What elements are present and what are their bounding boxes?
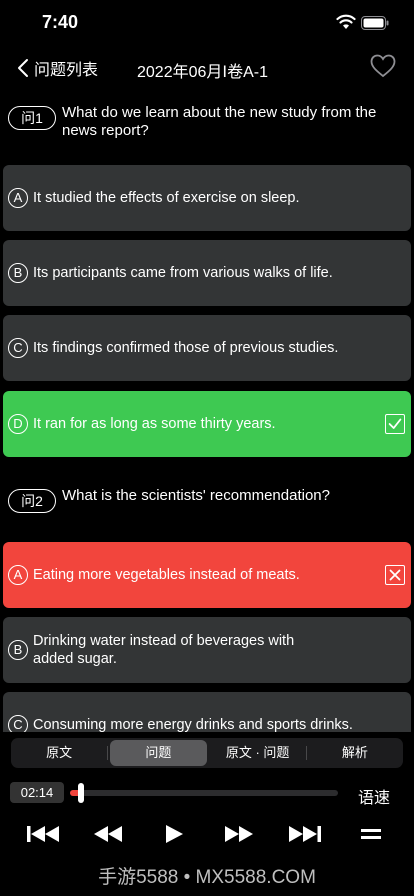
status-bar: 7:40 <box>0 0 414 48</box>
question-text: What do we learn about the new study fro… <box>62 104 377 139</box>
option-text: Its participants came from various walks… <box>33 265 333 281</box>
option-1b[interactable]: B Its participants came from various wal… <box>3 240 411 306</box>
speed-button[interactable]: 语速 <box>358 784 390 808</box>
chevron-left-icon <box>18 59 28 77</box>
player-panel: 原文 问题 原文 · 问题 解析 02:14 语速 手游5588 • MX558… <box>0 732 414 896</box>
rewind-button[interactable] <box>93 820 123 848</box>
option-letter: A <box>8 565 28 585</box>
current-time: 02:14 <box>10 782 64 803</box>
question-badge: 问1 <box>8 106 56 130</box>
option-1d[interactable]: D It ran for as long as some thirty year… <box>3 391 411 457</box>
status-time: 7:40 <box>42 12 79 32</box>
question-2: 问2 What is the scientists' recommendatio… <box>8 487 408 513</box>
option-1a[interactable]: A It studied the effects of exercise on … <box>3 165 411 231</box>
option-text: Drinking water instead of beverages with… <box>33 633 295 667</box>
view-tabs: 原文 问题 原文 · 问题 解析 <box>11 738 403 768</box>
play-icon <box>166 825 183 843</box>
question-text: What is the scientists' recommendation? <box>62 487 330 504</box>
heart-icon[interactable] <box>370 54 396 78</box>
skip-end-icon <box>289 826 321 842</box>
back-label: 问题列表 <box>34 62 99 79</box>
tab-divider <box>107 746 109 760</box>
menu-icon <box>361 829 381 839</box>
option-letter: B <box>8 263 28 283</box>
option-letter: B <box>8 640 28 660</box>
option-letter: D <box>8 414 28 434</box>
watermark-text: 手游5588 • MX5588.COM <box>98 867 316 888</box>
progress-handle[interactable] <box>78 783 84 803</box>
option-text: Its findings confirmed those of previous… <box>33 340 339 356</box>
option-2a[interactable]: A Eating more vegetables instead of meat… <box>3 542 411 608</box>
question-badge: 问2 <box>8 489 56 513</box>
skip-start-icon <box>27 826 59 842</box>
playback-controls <box>0 820 414 848</box>
tab-original[interactable]: 原文 <box>11 738 107 768</box>
option-1c[interactable]: C Its findings confirmed those of previo… <box>3 315 411 381</box>
checkmark-icon <box>385 414 405 434</box>
skip-to-end-button[interactable] <box>288 820 322 848</box>
skip-to-start-button[interactable] <box>26 820 60 848</box>
page-title: 2022年06月Ⅰ卷A-1 <box>137 64 269 81</box>
cross-icon <box>385 565 405 585</box>
fast-forward-icon <box>225 826 253 842</box>
wifi-icon <box>336 14 356 29</box>
menu-button[interactable] <box>361 820 381 848</box>
option-text: Eating more vegetables instead of meats. <box>33 567 300 583</box>
option-letter: A <box>8 188 28 208</box>
tab-analysis[interactable]: 解析 <box>307 738 403 768</box>
option-2b[interactable]: B Drinking water instead of beverages wi… <box>3 617 411 683</box>
option-text: It ran for as long as some thirty years. <box>33 416 276 432</box>
question-1: 问1 What do we learn about the new study … <box>8 104 408 140</box>
nav-bar: 问题列表 2022年06月Ⅰ卷A-1 <box>0 48 414 88</box>
back-button[interactable]: 问题列表 <box>16 56 98 80</box>
battery-icon <box>361 16 389 30</box>
progress-slider[interactable] <box>70 783 338 803</box>
tab-questions[interactable]: 问题 <box>110 740 207 766</box>
fast-forward-button[interactable] <box>224 820 254 848</box>
tab-original-questions[interactable]: 原文 · 问题 <box>210 738 306 768</box>
play-button[interactable] <box>163 820 185 848</box>
rewind-icon <box>94 826 122 842</box>
option-text: It studied the effects of exercise on sl… <box>33 190 300 206</box>
option-letter: C <box>8 338 28 358</box>
